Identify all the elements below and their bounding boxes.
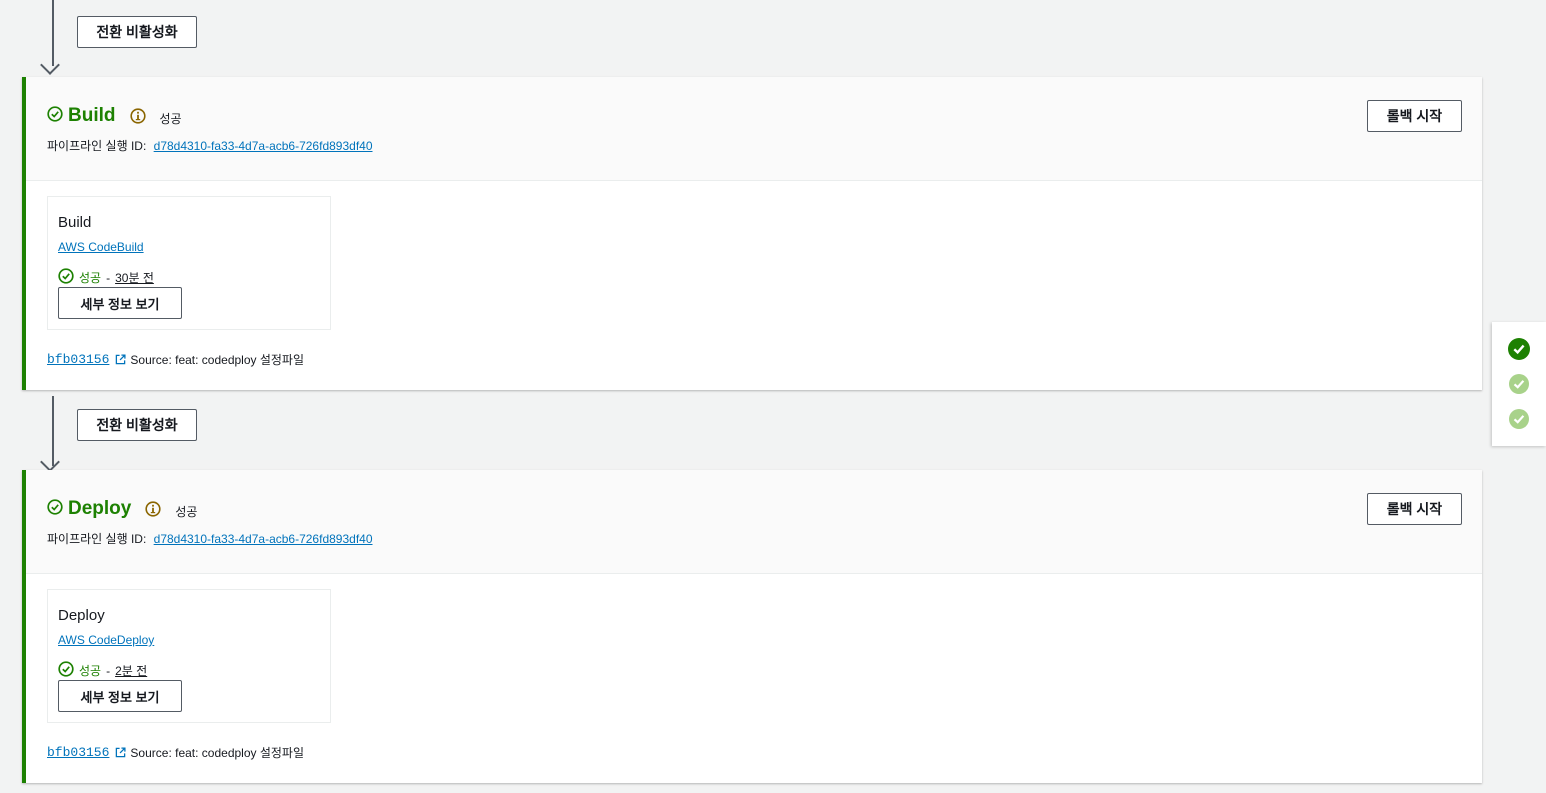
action-time[interactable]: 2분 전 bbox=[115, 662, 147, 679]
stage-header: Build 성공 파이프라인 실행 ID: d78d4310-fa33-4d7a… bbox=[26, 77, 1482, 181]
stage-name: Deploy bbox=[68, 498, 132, 519]
action-status-text: 성공 bbox=[79, 271, 102, 285]
external-link-icon bbox=[115, 354, 126, 365]
transition-1: 전환 비활성화 bbox=[0, 0, 300, 76]
action-status: 성공 - 30분 전 bbox=[58, 268, 154, 287]
stage-status: 성공 bbox=[159, 111, 182, 126]
pipeline-execution-id: 파이프라인 실행 ID: d78d4310-fa33-4d7a-acb6-726… bbox=[47, 137, 373, 154]
stage-title: Build 성공 bbox=[47, 105, 182, 127]
transition-arrow-line bbox=[52, 0, 54, 66]
disable-transition-button[interactable]: 전환 비활성화 bbox=[77, 409, 197, 441]
commit-link[interactable]: bfb03156 bbox=[47, 352, 109, 367]
success-check-icon bbox=[47, 498, 63, 520]
arrow-down-icon bbox=[40, 452, 60, 472]
start-rollback-button[interactable]: 롤백 시작 bbox=[1367, 493, 1462, 525]
arrow-down-icon bbox=[40, 55, 60, 75]
source-revision: bfb03156 Source: feat: codedploy 설정파일 bbox=[47, 744, 304, 761]
action-status-text: 성공 bbox=[79, 664, 102, 678]
stage-deploy: Deploy 성공 파이프라인 실행 ID: d78d4310-fa33-4d7… bbox=[22, 470, 1482, 783]
action-card-build: Build AWS CodeBuild 성공 - 30분 전 세부 정보 보기 bbox=[47, 196, 331, 330]
status-separator: - bbox=[106, 663, 111, 678]
action-provider-link[interactable]: AWS CodeDeploy bbox=[58, 633, 154, 647]
action-name: Deploy bbox=[58, 607, 105, 624]
info-icon[interactable] bbox=[145, 501, 161, 517]
start-rollback-button[interactable]: 롤백 시작 bbox=[1367, 100, 1462, 132]
stage-build: Build 성공 파이프라인 실행 ID: d78d4310-fa33-4d7a… bbox=[22, 77, 1482, 390]
view-details-button[interactable]: 세부 정보 보기 bbox=[58, 287, 182, 319]
commit-message: Source: feat: codedploy 설정파일 bbox=[130, 746, 304, 760]
pipeline-execution-id: 파이프라인 실행 ID: d78d4310-fa33-4d7a-acb6-726… bbox=[47, 530, 373, 547]
disable-transition-button[interactable]: 전환 비활성화 bbox=[77, 16, 197, 48]
commit-link[interactable]: bfb03156 bbox=[47, 745, 109, 760]
action-card-deploy: Deploy AWS CodeDeploy 성공 - 2분 전 세부 정보 보기 bbox=[47, 589, 331, 723]
stage-title: Deploy 성공 bbox=[47, 498, 197, 520]
commit-message: Source: feat: codedploy 설정파일 bbox=[130, 353, 304, 367]
execution-id-label: 파이프라인 실행 ID: bbox=[47, 139, 147, 153]
success-check-icon bbox=[58, 268, 74, 287]
stage-name: Build bbox=[68, 105, 116, 126]
action-time[interactable]: 30분 전 bbox=[115, 269, 154, 286]
check-filled-icon[interactable] bbox=[1508, 408, 1530, 430]
info-icon[interactable] bbox=[129, 108, 146, 124]
stage-status: 성공 bbox=[175, 504, 198, 519]
execution-id-link[interactable]: d78d4310-fa33-4d7a-acb6-726fd893df40 bbox=[154, 532, 373, 546]
view-details-button[interactable]: 세부 정보 보기 bbox=[58, 680, 182, 712]
stage-navigator bbox=[1492, 322, 1546, 446]
external-link-icon bbox=[115, 747, 126, 758]
transition-2: 전환 비활성화 bbox=[0, 393, 300, 472]
action-provider-link[interactable]: AWS CodeBuild bbox=[58, 240, 144, 254]
success-check-icon bbox=[47, 105, 63, 127]
source-revision: bfb03156 Source: feat: codedploy 설정파일 bbox=[47, 351, 304, 368]
execution-id-link[interactable]: d78d4310-fa33-4d7a-acb6-726fd893df40 bbox=[154, 139, 373, 153]
check-filled-icon[interactable] bbox=[1508, 373, 1530, 395]
check-filled-icon[interactable] bbox=[1508, 338, 1530, 360]
execution-id-label: 파이프라인 실행 ID: bbox=[47, 532, 147, 546]
stage-header: Deploy 성공 파이프라인 실행 ID: d78d4310-fa33-4d7… bbox=[26, 470, 1482, 574]
status-separator: - bbox=[106, 270, 111, 285]
action-name: Build bbox=[58, 214, 92, 231]
action-status: 성공 - 2분 전 bbox=[58, 661, 147, 680]
success-check-icon bbox=[58, 661, 74, 680]
